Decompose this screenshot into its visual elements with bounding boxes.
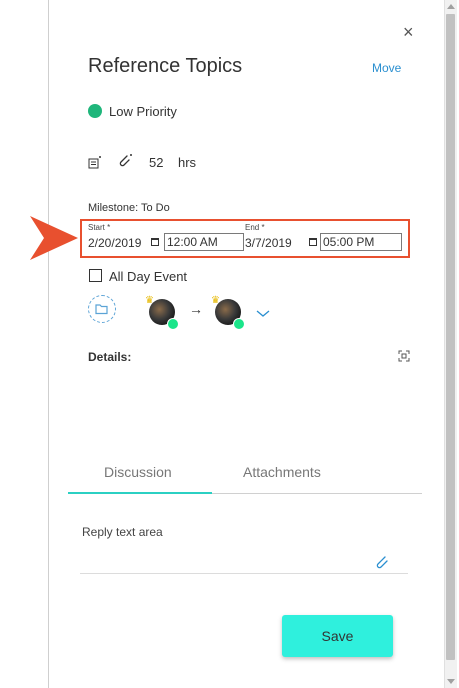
folder-icon: [95, 304, 108, 315]
save-button[interactable]: Save: [282, 615, 393, 657]
priority-dot-icon: [88, 104, 102, 118]
chevron-down-icon[interactable]: [256, 305, 270, 323]
priority-label[interactable]: Low Priority: [109, 104, 177, 119]
all-day-checkbox[interactable]: [89, 269, 102, 282]
online-status-icon: [167, 318, 179, 330]
hours-value: 52: [149, 155, 164, 170]
end-label: End *: [245, 223, 265, 232]
scrollbar[interactable]: [444, 0, 457, 688]
online-status-icon: [233, 318, 245, 330]
reply-underline: [80, 573, 408, 574]
active-tab-indicator: [68, 492, 212, 494]
reply-textarea[interactable]: Reply text area: [82, 525, 163, 539]
task-panel: [48, 0, 445, 688]
arrow-right-icon: →: [189, 301, 203, 317]
all-day-label[interactable]: All Day Event: [109, 269, 187, 284]
milestone-label[interactable]: Milestone: To Do: [88, 202, 170, 214]
end-date-field[interactable]: 3/7/2019: [245, 236, 292, 250]
tab-discussion[interactable]: Discussion: [104, 464, 172, 480]
calendar-icon[interactable]: [309, 238, 317, 246]
details-label: Details:: [88, 350, 132, 364]
hours-unit: hrs: [178, 155, 197, 170]
start-label: Start *: [88, 223, 111, 232]
expand-icon[interactable]: [398, 349, 410, 367]
folder-button[interactable]: [88, 295, 116, 323]
scroll-down-icon[interactable]: [447, 679, 455, 684]
tab-attachments[interactable]: Attachments: [243, 464, 321, 480]
move-link[interactable]: Move: [372, 61, 401, 75]
end-time-field[interactable]: 05:00 PM: [320, 233, 402, 251]
pointer-arrow-icon: [30, 216, 80, 265]
page-title: Reference Topics: [88, 55, 243, 77]
attach-file-icon[interactable]: [375, 555, 389, 574]
notes-icon[interactable]: [88, 155, 102, 174]
scroll-up-icon[interactable]: [447, 4, 455, 9]
scroll-thumb[interactable]: [446, 14, 455, 660]
attachment-icon[interactable]: [117, 153, 133, 174]
start-time-field[interactable]: 12:00 AM: [164, 233, 244, 251]
calendar-icon[interactable]: [151, 238, 159, 246]
start-date-field[interactable]: 2/20/2019: [88, 236, 141, 250]
close-button[interactable]: ×: [403, 22, 414, 42]
